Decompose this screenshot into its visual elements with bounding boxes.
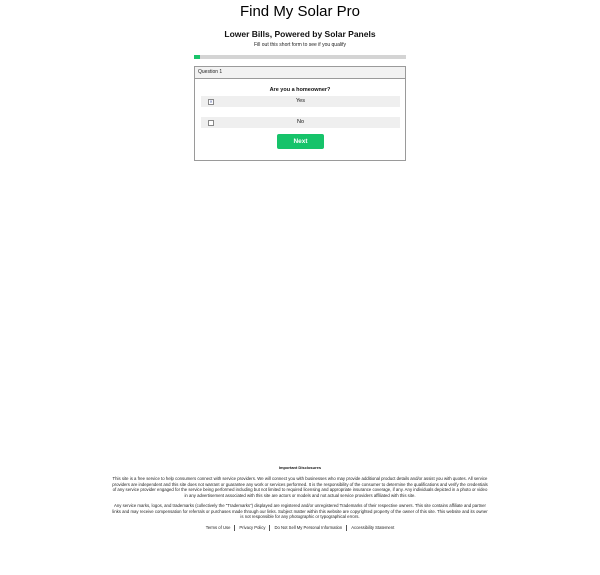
disclosures-paragraph: This site is a free service to help cons…: [112, 476, 488, 498]
page-subheadline: Fill out this short form to see if you q…: [254, 42, 346, 48]
checkbox-icon[interactable]: [208, 120, 214, 126]
progress-bar: [194, 55, 406, 59]
next-button[interactable]: Next: [277, 134, 324, 149]
progress-bar-fill: [194, 55, 201, 59]
disclosures-title: Important Disclosures: [278, 465, 322, 470]
question-text: Are you a homeowner?: [269, 87, 331, 93]
question-card: Question 1 Are you a homeowner? ✕ Yes No…: [194, 66, 406, 161]
brand-title: Find My Solar Pro: [239, 3, 361, 20]
option-yes[interactable]: ✕ Yes: [201, 96, 400, 107]
page: Find My Solar Pro Lower Bills, Powered b…: [0, 0, 600, 575]
disclosures-paragraph: Any service marks, logos, and trademarks…: [112, 503, 488, 519]
footer-link-do-not-sell[interactable]: Do Not Sell My Personal Information: [270, 525, 346, 530]
question-step-label: Question 1: [195, 67, 405, 79]
footer-links: Terms of Use Privacy Policy Do Not Sell My…: [112, 524, 488, 531]
footer-link-accessibility[interactable]: Accessibility Statement: [347, 525, 398, 530]
option-no[interactable]: No: [201, 117, 400, 128]
option-label: No: [296, 119, 305, 125]
checkbox-icon[interactable]: ✕: [208, 99, 214, 105]
disclosures: Important Disclosures This site is a fre…: [112, 465, 488, 531]
page-headline: Lower Bills, Powered by Solar Panels: [224, 29, 376, 39]
footer-link-privacy[interactable]: Privacy Policy: [235, 525, 269, 530]
option-label: Yes: [296, 98, 305, 104]
footer-link-terms[interactable]: Terms of Use: [202, 525, 235, 530]
